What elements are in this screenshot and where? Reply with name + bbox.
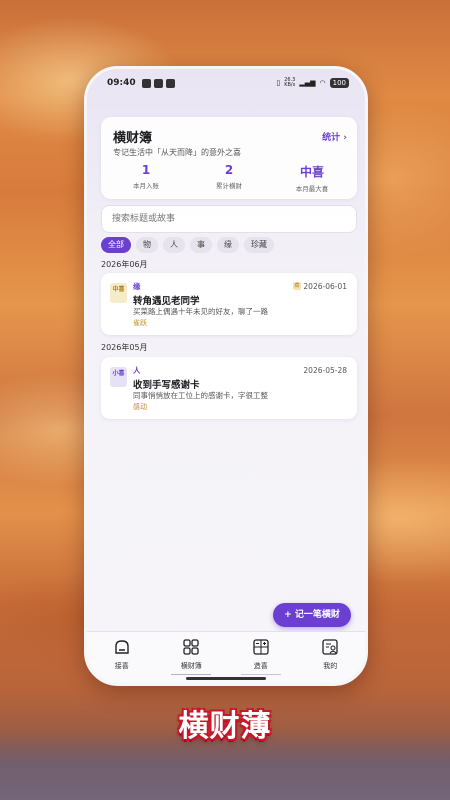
record-description: 同事悄悄放在工位上的感谢卡，字很工整: [133, 391, 268, 400]
tab-underline: [240, 674, 281, 675]
stats-link[interactable]: 统计 ›: [322, 130, 347, 143]
metric-total-count: 2 累计横财: [194, 163, 264, 190]
metric-label: 本月入账: [133, 182, 159, 190]
tab-receive[interactable]: 接喜: [87, 632, 157, 683]
collection-badge-icon: 藏: [293, 282, 301, 290]
home-icon: [115, 640, 129, 654]
filter-chip-fate[interactable]: 缘: [217, 237, 239, 253]
metric-value: 中喜: [299, 165, 324, 179]
tab-label: 造喜: [253, 662, 268, 670]
tab-label: 接喜: [114, 662, 129, 670]
tab-profile[interactable]: 我的: [296, 632, 366, 683]
home-indicator: [186, 677, 266, 680]
notification-icon: [153, 78, 163, 88]
tab-ledger[interactable]: 横财簿: [157, 632, 227, 683]
filter-chips: 全部 物 人 事 缘 珍藏: [101, 237, 274, 253]
month-header: 2026年06月: [101, 260, 148, 269]
notification-icons: [141, 78, 175, 88]
network-speed: 26.3 KB/s: [284, 77, 296, 88]
app-subtitle: 专记生活中「从天而降」的意外之喜: [113, 148, 241, 157]
record-title: 收到手写感谢卡: [133, 380, 200, 391]
calculator-icon: [253, 639, 269, 655]
record-category: 缘: [133, 282, 141, 291]
search-input[interactable]: 搜索标题或故事: [101, 205, 357, 233]
signal-icon: ▂▄▆: [299, 79, 316, 87]
record-emotion: 雀跃: [133, 319, 147, 327]
notification-icon: [165, 78, 175, 88]
phone-frame: 09:40 ▯ 26.3 KB/s ▂▄▆ ◠ 100 横财簿 统计 › 专记生…: [84, 66, 368, 686]
record-description: 买菜路上偶遇十年未见的好友，聊了一路: [133, 307, 268, 316]
record-emotion: 感动: [133, 403, 147, 411]
record-date: 2026-05-28: [303, 366, 347, 375]
app-title: 横财簿: [113, 131, 153, 146]
status-right: ▯ 26.3 KB/s ▂▄▆ ◠ 100: [276, 78, 349, 88]
record-card[interactable]: 中喜 缘 藏 2026-06-01 转角遇见老同学 买菜路上偶遇十年未见的好友，…: [101, 273, 357, 335]
metric-value: 1: [141, 163, 151, 177]
add-record-button[interactable]: + 记一笔横财: [273, 603, 351, 627]
month-header: 2026年05月: [101, 343, 148, 352]
active-tab-indicator: [171, 674, 212, 675]
metric-biggest-joy: 中喜 本月最大喜: [277, 163, 347, 193]
notification-icon: [141, 78, 151, 88]
promo-banner-title: 横财薄: [178, 709, 272, 744]
record-date: 2026-06-01: [303, 282, 347, 291]
metric-label: 本月最大喜: [295, 185, 329, 193]
record-title: 转角遇见老同学: [133, 296, 200, 307]
status-bar: 09:40 ▯ 26.3 KB/s ▂▄▆ ◠ 100: [107, 75, 349, 91]
vibrate-icon: ▯: [276, 79, 281, 87]
grid-icon: [183, 639, 199, 655]
filter-chip-all[interactable]: 全部: [101, 237, 131, 253]
tab-label: 我的: [323, 662, 338, 670]
bottom-tab-bar: 接喜 横财簿 造喜 我的: [87, 631, 365, 683]
joy-level-tag: 小喜: [110, 367, 127, 387]
tab-label: 横财簿: [180, 662, 202, 670]
profile-card-icon: [322, 639, 338, 655]
filter-chip-person[interactable]: 人: [163, 237, 185, 253]
filter-chip-collection[interactable]: 珍藏: [244, 237, 274, 253]
wifi-icon: ◠: [319, 79, 326, 87]
filter-chip-thing[interactable]: 物: [136, 237, 158, 253]
filter-chip-event[interactable]: 事: [190, 237, 212, 253]
metric-value: 2: [224, 163, 234, 177]
joy-level-tag: 中喜: [110, 283, 127, 303]
metric-monthly-count: 1 本月入账: [111, 163, 181, 190]
record-card[interactable]: 小喜 人 2026-05-28 收到手写感谢卡 同事悄悄放在工位上的感谢卡，字很…: [101, 357, 357, 419]
status-time: 09:40: [107, 78, 136, 88]
summary-card: 横财簿 统计 › 专记生活中「从天而降」的意外之喜 1 本月入账 2 累计横财 …: [101, 117, 357, 199]
battery-indicator: 100: [329, 78, 349, 88]
app-screen: 09:40 ▯ 26.3 KB/s ▂▄▆ ◠ 100 横财簿 统计 › 专记生…: [87, 69, 365, 683]
tab-create[interactable]: 造喜: [226, 632, 296, 683]
record-category: 人: [133, 366, 141, 375]
metric-label: 累计横财: [216, 182, 242, 190]
